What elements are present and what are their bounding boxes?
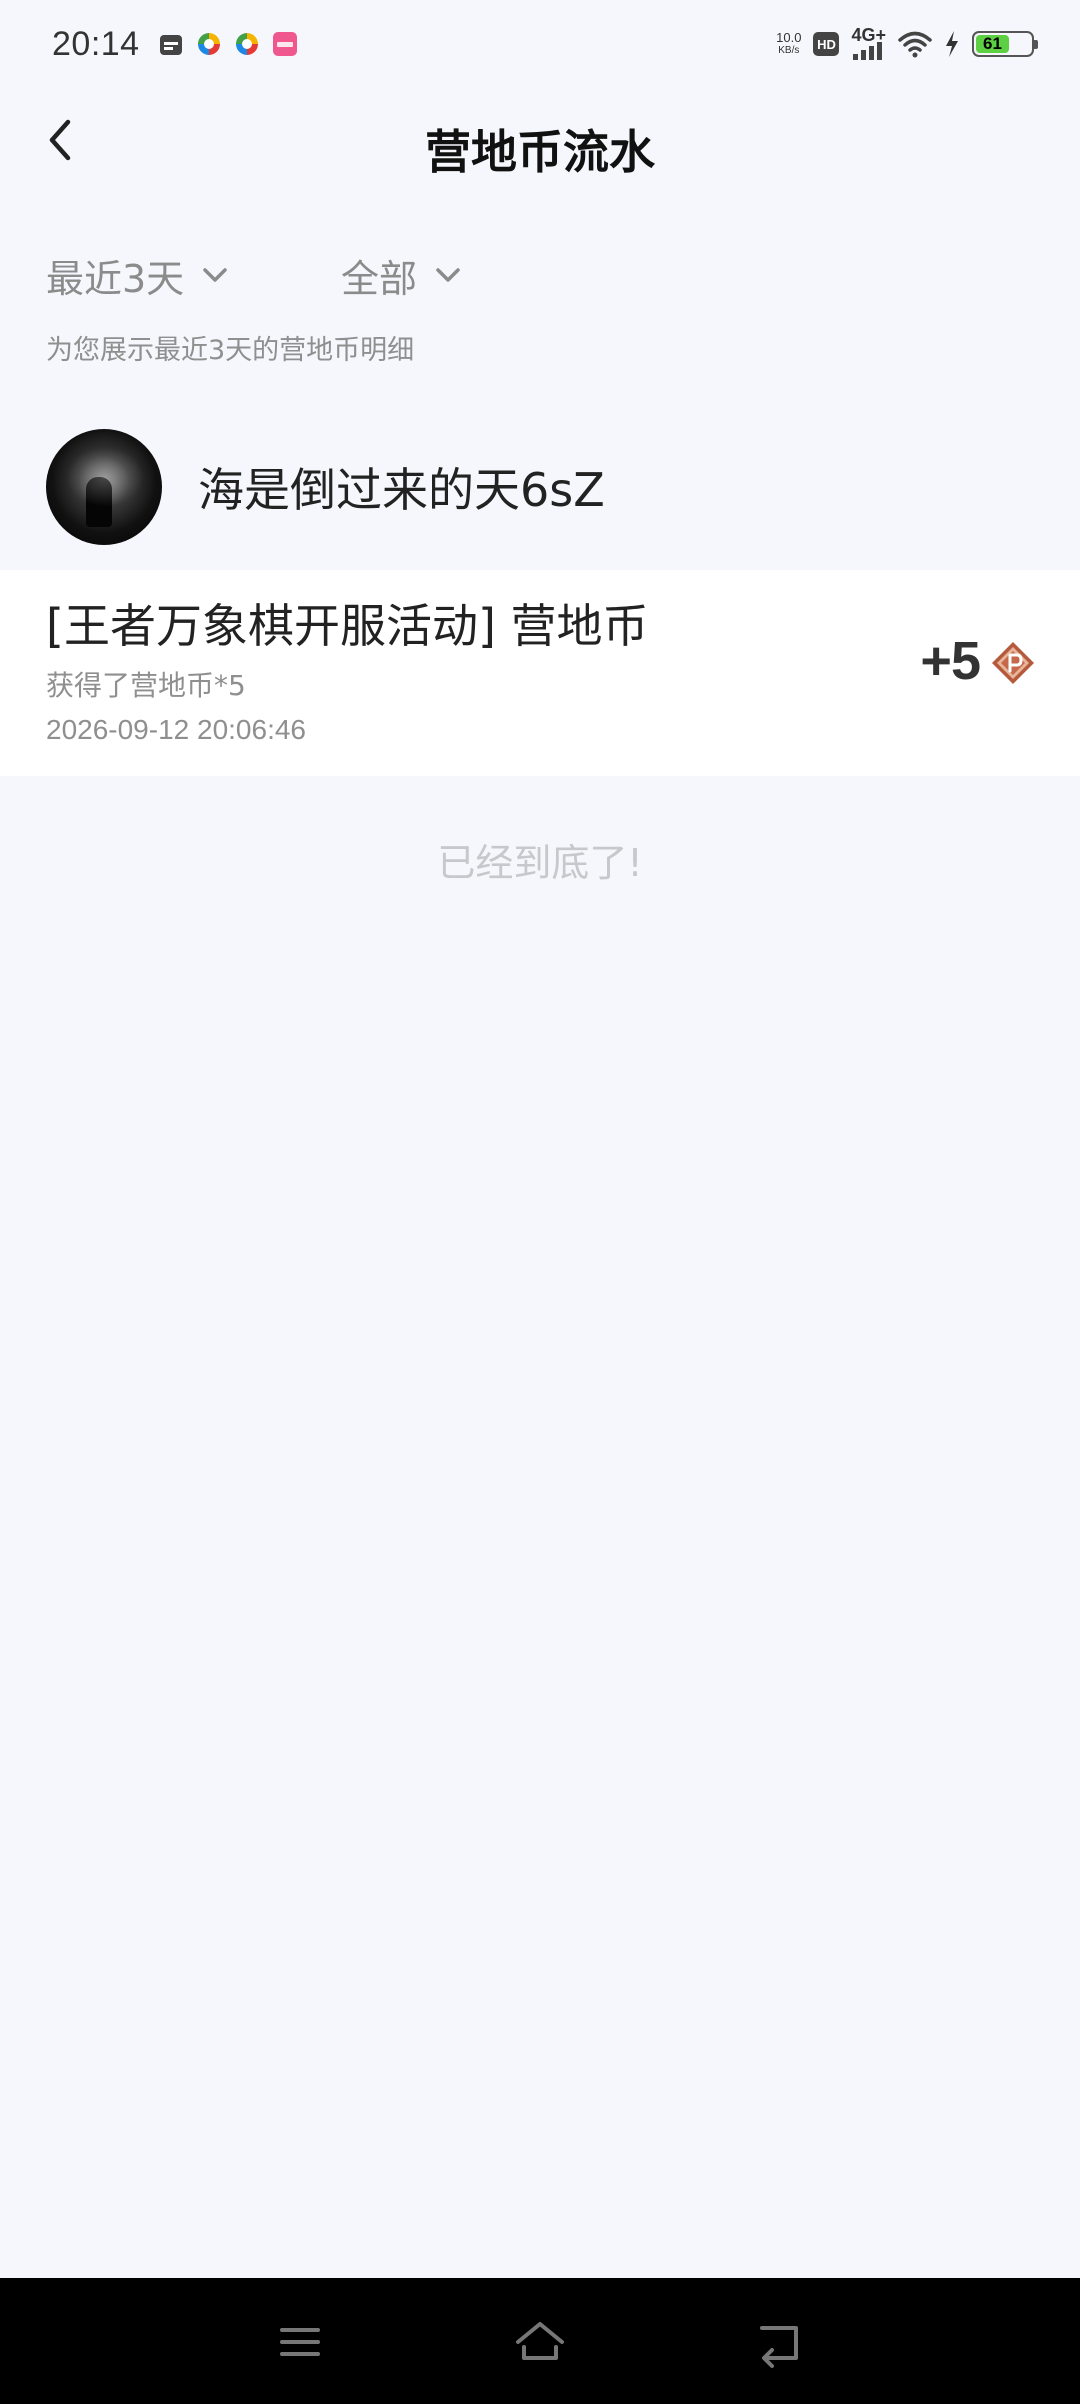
user-row: 海是倒过来的天6sZ bbox=[46, 428, 605, 546]
header: 营地币流水 bbox=[0, 88, 1080, 198]
end-of-list-text: 已经到底了! bbox=[437, 841, 643, 885]
network-speed: 10.0 KB/s bbox=[776, 31, 801, 57]
wifi-icon bbox=[898, 31, 932, 58]
date-range-label: 最近3天 bbox=[46, 256, 185, 301]
notification-icons bbox=[158, 31, 298, 57]
app-icon bbox=[197, 33, 220, 55]
battery-icon: 61 bbox=[972, 31, 1038, 57]
type-label: 全部 bbox=[341, 256, 418, 301]
status-time: 20:14 bbox=[52, 24, 140, 63]
coin-icon bbox=[992, 642, 1034, 684]
signal-icon bbox=[852, 42, 882, 60]
avatar[interactable] bbox=[46, 429, 162, 545]
charging-icon bbox=[946, 31, 958, 57]
username: 海是倒过来的天6sZ bbox=[198, 463, 605, 517]
back-icon[interactable] bbox=[752, 2314, 808, 2370]
transaction-amount: +5 bbox=[920, 631, 981, 691]
app-icon bbox=[272, 32, 297, 56]
transaction-title: [王者万象棋开服活动] 营地币 bbox=[46, 599, 649, 653]
cellular-signal: 4G+ bbox=[851, 25, 886, 60]
type-dropdown[interactable]: 全部 bbox=[341, 248, 465, 303]
filter-bar: 最近3天 全部 bbox=[46, 240, 465, 310]
network-speed-value: 10.0 bbox=[776, 30, 802, 45]
page: 20:14 10.0 KB/s HD 4G+ 61 营地币流水 最近3天 全部 … bbox=[0, 0, 1080, 2404]
status-bar: 20:14 10.0 KB/s HD 4G+ 61 bbox=[0, 0, 1080, 88]
menu-icon[interactable] bbox=[272, 2314, 328, 2370]
transaction-time: 2026-09-12 20:06:46 bbox=[46, 714, 306, 745]
network-type: 4G+ bbox=[851, 25, 886, 45]
date-range-dropdown[interactable]: 最近3天 bbox=[46, 248, 341, 303]
filter-hint: 为您展示最近3天的营地币明细 bbox=[46, 335, 415, 366]
app-icon bbox=[235, 33, 258, 55]
system-indicators: 10.0 KB/s HD 4G+ 61 bbox=[776, 25, 1038, 60]
transaction-description: 获得了营地币*5 bbox=[46, 669, 246, 702]
page-title: 营地币流水 bbox=[425, 125, 655, 179]
network-speed-unit: KB/s bbox=[778, 45, 800, 56]
chevron-down-icon bbox=[203, 268, 227, 282]
navigation-bar bbox=[0, 2278, 1080, 2404]
hd-badge: HD bbox=[813, 32, 840, 56]
transaction-item: [王者万象棋开服活动] 营地币 获得了营地币*5 2026-09-12 20:0… bbox=[0, 570, 1080, 776]
home-icon[interactable] bbox=[512, 2314, 568, 2370]
calendar-icon bbox=[159, 35, 182, 55]
battery-level: 61 bbox=[976, 34, 1009, 53]
chevron-down-icon bbox=[436, 268, 460, 282]
